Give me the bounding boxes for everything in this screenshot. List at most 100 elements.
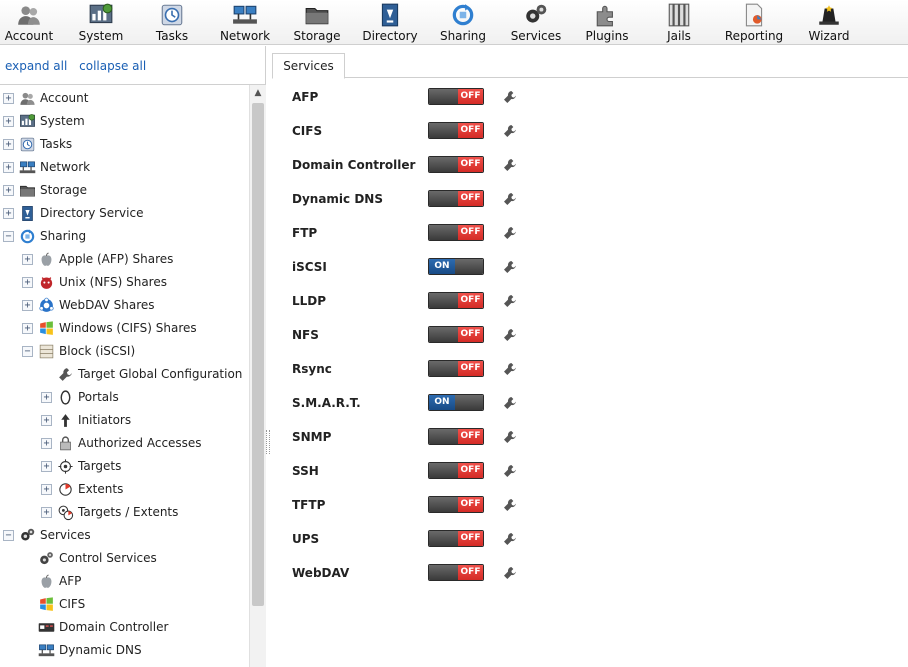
service-toggle[interactable]: OFF xyxy=(428,530,484,547)
service-toggle[interactable]: OFF xyxy=(428,564,484,581)
service-toggle[interactable]: OFF xyxy=(428,156,484,173)
toolbar-tasks[interactable]: Tasks xyxy=(135,0,209,45)
collapse-icon[interactable]: − xyxy=(22,346,33,357)
tree-node-dynamic-dns[interactable]: Dynamic DNS xyxy=(0,639,248,662)
configure-wrench-icon[interactable] xyxy=(502,89,518,105)
tree-node-afp[interactable]: AFP xyxy=(0,570,248,593)
service-toggle[interactable]: ON xyxy=(428,258,484,275)
service-toggle[interactable]: OFF xyxy=(428,360,484,377)
expand-icon[interactable]: + xyxy=(22,277,33,288)
expand-icon[interactable]: + xyxy=(3,185,14,196)
toolbar-plugins[interactable]: Plugins xyxy=(570,0,644,45)
expand-icon[interactable]: + xyxy=(3,162,14,173)
service-toggle[interactable]: OFF xyxy=(428,190,484,207)
toolbar-storage[interactable]: Storage xyxy=(280,0,354,45)
toolbar-directory[interactable]: Directory xyxy=(353,0,427,45)
tree-node-directory-service[interactable]: + Directory Service xyxy=(0,202,248,225)
configure-wrench-icon[interactable] xyxy=(502,123,518,139)
service-toggle[interactable]: OFF xyxy=(428,88,484,105)
tree-node-account[interactable]: + Account xyxy=(0,87,248,110)
apple-icon xyxy=(38,251,55,268)
configure-wrench-icon[interactable] xyxy=(502,463,518,479)
tab-services[interactable]: Services xyxy=(272,53,345,79)
service-row: WebDAV OFF xyxy=(292,564,532,584)
toggle-state-label: OFF xyxy=(458,429,483,444)
collapse-icon[interactable]: − xyxy=(3,530,14,541)
configure-wrench-icon[interactable] xyxy=(502,293,518,309)
tree-node-cifs[interactable]: CIFS xyxy=(0,593,248,616)
collapse-all-link[interactable]: collapse all xyxy=(79,59,146,73)
tree-node-domain-controller[interactable]: Domain Controller xyxy=(0,616,248,639)
expand-icon[interactable]: + xyxy=(22,323,33,334)
tree-node-network[interactable]: + Network xyxy=(0,156,248,179)
tree-node-sharing[interactable]: − Sharing xyxy=(0,225,248,248)
tree-node-apple-afp-shares[interactable]: + Apple (AFP) Shares xyxy=(0,248,248,271)
service-toggle[interactable]: OFF xyxy=(428,428,484,445)
expand-icon[interactable]: + xyxy=(3,116,14,127)
scroll-thumb[interactable] xyxy=(252,103,264,606)
scroll-up-arrow-icon[interactable]: ▲ xyxy=(250,85,266,101)
expand-icon[interactable]: + xyxy=(3,139,14,150)
service-toggle[interactable]: ON xyxy=(428,394,484,411)
tree-node-webdav-shares[interactable]: + WebDAV Shares xyxy=(0,294,248,317)
panel-splitter[interactable] xyxy=(266,430,270,454)
service-toggle[interactable]: OFF xyxy=(428,292,484,309)
tree-node-targets[interactable]: + Targets xyxy=(0,455,248,478)
tree-node-authorized-accesses[interactable]: + Authorized Accesses xyxy=(0,432,248,455)
configure-wrench-icon[interactable] xyxy=(502,327,518,343)
service-toggle[interactable]: OFF xyxy=(428,462,484,479)
windows-icon xyxy=(38,320,55,337)
service-toggle[interactable]: OFF xyxy=(428,122,484,139)
toolbar-jails[interactable]: Jails xyxy=(642,0,716,45)
expand-icon[interactable]: + xyxy=(41,461,52,472)
tree-node-label: Tasks xyxy=(40,137,73,151)
configure-wrench-icon[interactable] xyxy=(502,191,518,207)
configure-wrench-icon[interactable] xyxy=(502,497,518,513)
service-toggle[interactable]: OFF xyxy=(428,326,484,343)
toolbar-wizard[interactable]: Wizard xyxy=(792,0,866,45)
tree-node-system[interactable]: + System xyxy=(0,110,248,133)
service-toggle[interactable]: OFF xyxy=(428,224,484,241)
expand-icon[interactable]: + xyxy=(41,507,52,518)
toolbar-reporting[interactable]: Reporting xyxy=(717,0,791,45)
tree-node-tasks[interactable]: + Tasks xyxy=(0,133,248,156)
toolbar-sharing[interactable]: Sharing xyxy=(426,0,500,45)
tree-node-block-iscsi[interactable]: − Block (iSCSI) xyxy=(0,340,248,363)
tree-node-extents[interactable]: + Extents xyxy=(0,478,248,501)
configure-wrench-icon[interactable] xyxy=(502,361,518,377)
expand-icon[interactable]: + xyxy=(41,484,52,495)
tree-node-unix-nfs-shares[interactable]: + Unix (NFS) Shares xyxy=(0,271,248,294)
configure-wrench-icon[interactable] xyxy=(502,157,518,173)
expand-all-link[interactable]: expand all xyxy=(5,59,67,73)
expand-icon[interactable]: + xyxy=(22,254,33,265)
toolbar-account[interactable]: Account xyxy=(0,0,66,45)
tree-node-initiators[interactable]: + Initiators xyxy=(0,409,248,432)
expand-icon[interactable]: + xyxy=(41,392,52,403)
tree-node-storage[interactable]: + Storage xyxy=(0,179,248,202)
tree-scrollbar[interactable]: ▲ xyxy=(249,85,266,667)
expand-icon[interactable]: + xyxy=(41,415,52,426)
tree-node-portals[interactable]: + Portals xyxy=(0,386,248,409)
expand-icon[interactable]: + xyxy=(22,300,33,311)
configure-wrench-icon[interactable] xyxy=(502,259,518,275)
configure-wrench-icon[interactable] xyxy=(502,531,518,547)
expand-icon[interactable]: + xyxy=(41,438,52,449)
tree-node-services[interactable]: − Services xyxy=(0,524,248,547)
expand-icon[interactable]: + xyxy=(3,208,14,219)
collapse-icon[interactable]: − xyxy=(3,231,14,242)
configure-wrench-icon[interactable] xyxy=(502,429,518,445)
configure-wrench-icon[interactable] xyxy=(502,225,518,241)
tree-node-targets-extents[interactable]: + Targets / Extents xyxy=(0,501,248,524)
service-row: SNMP OFF xyxy=(292,428,532,448)
service-name: SNMP xyxy=(292,430,332,444)
tree-node-control-services[interactable]: Control Services xyxy=(0,547,248,570)
configure-wrench-icon[interactable] xyxy=(502,395,518,411)
tree-node-target-global-configuration[interactable]: Target Global Configuration xyxy=(0,363,248,386)
service-toggle[interactable]: OFF xyxy=(428,496,484,513)
toolbar-network[interactable]: Network xyxy=(208,0,282,45)
toolbar-system[interactable]: System xyxy=(64,0,138,45)
toolbar-services[interactable]: Services xyxy=(499,0,573,45)
expand-icon[interactable]: + xyxy=(3,93,14,104)
configure-wrench-icon[interactable] xyxy=(502,565,518,581)
tree-node-windows-cifs-shares[interactable]: + Windows (CIFS) Shares xyxy=(0,317,248,340)
